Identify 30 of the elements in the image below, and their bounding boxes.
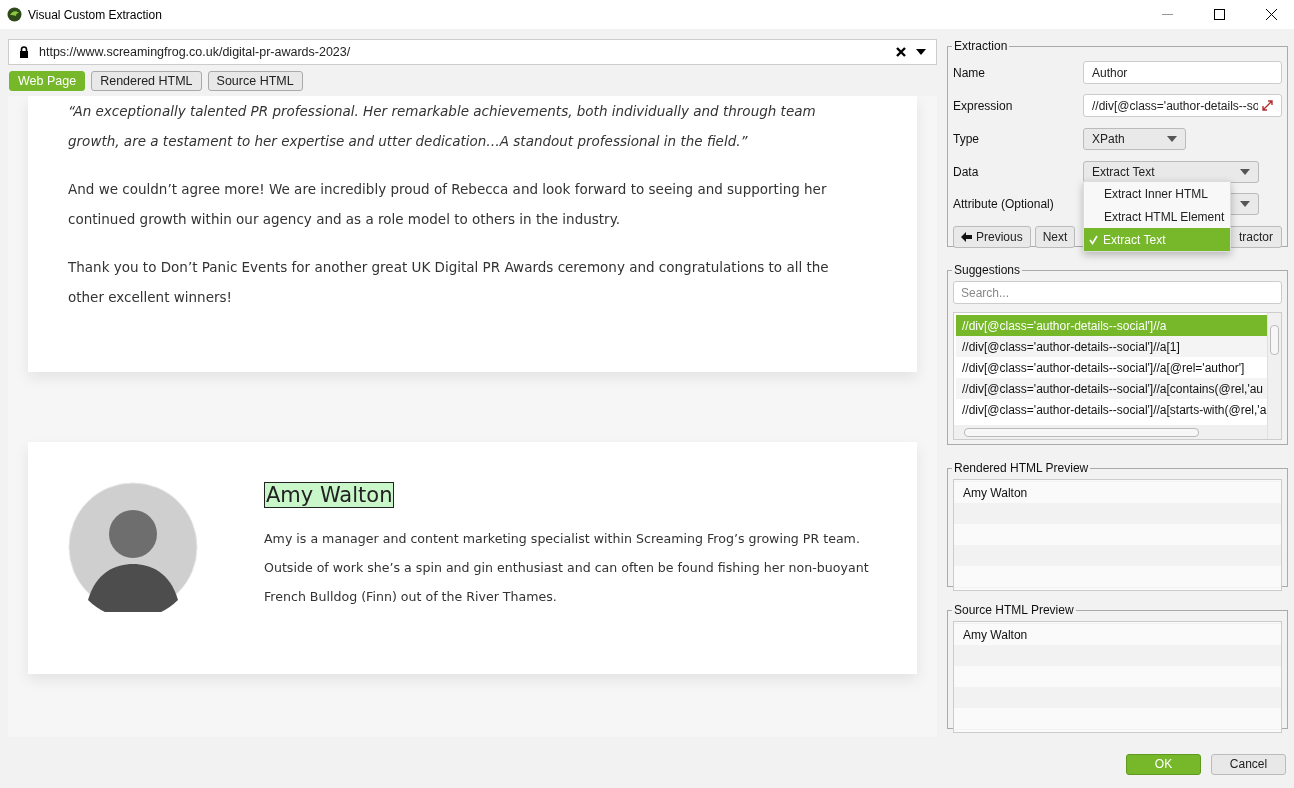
menu-item[interactable]: Extract Inner HTML xyxy=(1084,182,1230,205)
dropdown[interactable]: Extract Text xyxy=(1083,160,1259,183)
testimonial-quote: “An exceptionally talented PR professional. Her remarkable achievements, both individually and through team growth, are a testament to her expertise and utter dedication…A standout professional in the field.” xyxy=(68,102,817,151)
field-label: Name xyxy=(953,65,986,80)
window-title: Visual Custom Extraction xyxy=(28,7,163,22)
suggestion-item[interactable]: //div[@class='author-details--social']//a[contains(@rel,'au xyxy=(956,378,1267,399)
article-paragraph: And we couldn’t agree more! We are incredibly proud of Rebecca and look forward to seeing and supporting her continued growth within our agency and as a role model to others in the industry. xyxy=(68,180,828,229)
dropdown[interactable]: XPath xyxy=(1083,127,1186,150)
cancel-button[interactable]: Cancel xyxy=(1211,753,1286,775)
name-field[interactable]: Author xyxy=(1083,61,1282,84)
view-tab[interactable]: Source HTML xyxy=(207,71,303,91)
field-label: Data xyxy=(953,164,980,179)
previous-button[interactable]: Previous xyxy=(953,226,1031,248)
group-title: Suggestions xyxy=(953,263,1022,277)
group-title: Rendered HTML Preview xyxy=(953,461,1090,475)
group-title: Extraction xyxy=(953,39,1009,53)
next-button[interactable]: Next xyxy=(1034,226,1076,248)
article-paragraph: Thank you to Don’t Panic Events for another great UK Digital PR Awards ceremony and congratulations to all the other excellent winners! xyxy=(68,258,830,307)
url-text: https://www.screamingfrog.co.uk/digital-pr-awards-2023/ xyxy=(39,45,352,59)
url-bar[interactable]: https://www.screamingfrog.co.uk/digital-pr-awards-2023/ xyxy=(8,39,937,65)
menu-item[interactable]: Extract HTML Element xyxy=(1084,205,1230,228)
suggestion-item[interactable]: //div[@class='author-details--social']//a[1] xyxy=(956,336,1267,357)
author-name[interactable]: Amy Walton xyxy=(264,482,395,508)
view-tab[interactable]: Rendered HTML xyxy=(91,71,202,91)
group-title: Source HTML Preview xyxy=(953,603,1075,617)
field-label: Attribute (Optional) xyxy=(953,197,1055,211)
field-label: Expression xyxy=(953,98,1014,113)
author-bio: Amy is a manager and content marketing specialist within Screaming Frog’s growing PR team. Outside of work she’s a spin and gin enthusiast and can often be found fishing her non-buoyant French Bulldog (Finn) out of the River Thames. xyxy=(264,530,869,606)
field-label: Type xyxy=(953,131,980,146)
search-field[interactable]: Search... xyxy=(953,281,1282,304)
